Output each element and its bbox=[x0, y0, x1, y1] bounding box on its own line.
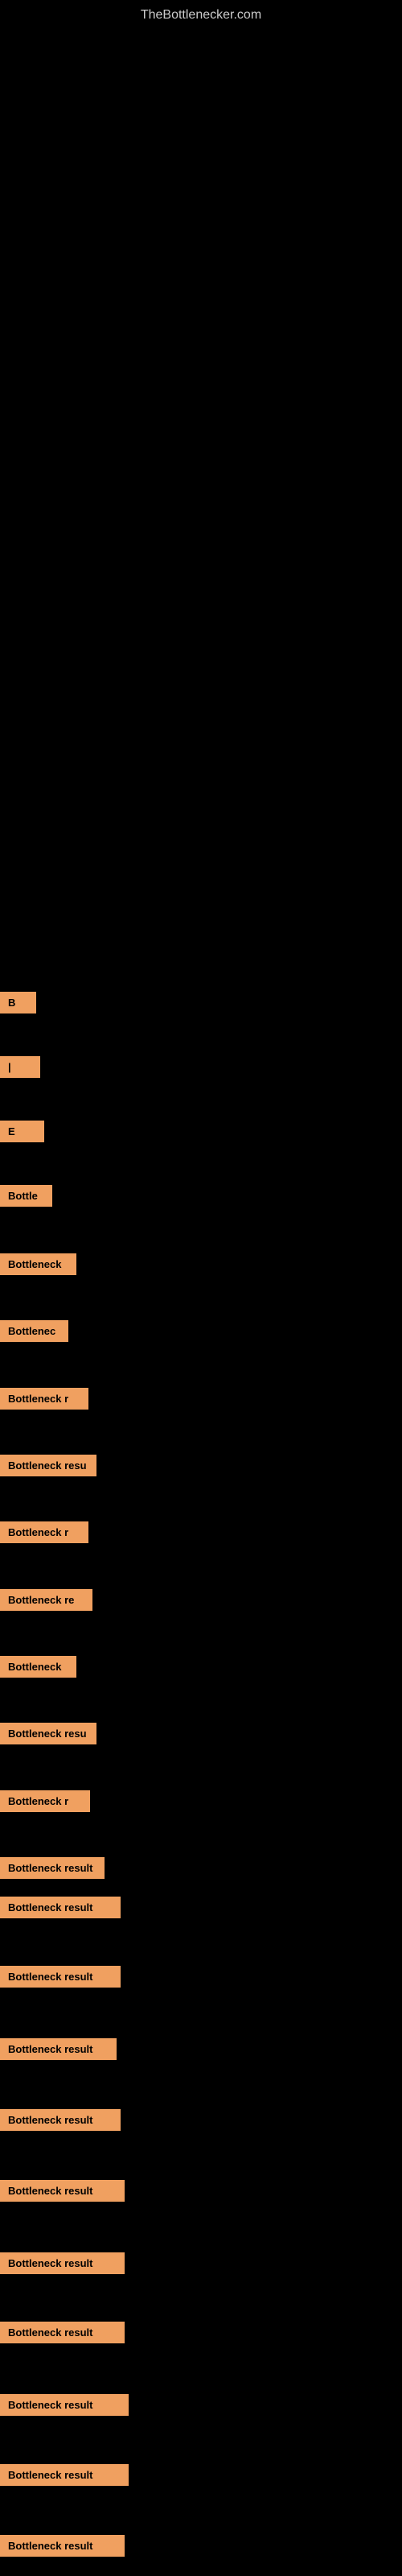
list-item: Bottleneck r bbox=[0, 1520, 88, 1545]
bottleneck-result-label[interactable]: Bottleneck result bbox=[0, 1857, 105, 1879]
bottleneck-result-label[interactable]: Bottleneck bbox=[0, 1253, 76, 1275]
bottleneck-result-label[interactable]: Bottleneck r bbox=[0, 1521, 88, 1543]
bottleneck-result-label[interactable]: Bottleneck result bbox=[0, 2038, 117, 2060]
list-item: Bottleneck r bbox=[0, 1386, 88, 1411]
list-item: Bottleneck result bbox=[0, 2392, 129, 2417]
list-item: Bottleneck result bbox=[0, 2251, 125, 2276]
list-item: Bottle bbox=[0, 1183, 52, 1208]
list-item: Bottlenec bbox=[0, 1319, 68, 1344]
list-item: Bottleneck result bbox=[0, 1895, 121, 1920]
bottleneck-result-label[interactable]: Bottleneck re bbox=[0, 1589, 92, 1611]
bottleneck-result-label[interactable]: Bottleneck result bbox=[0, 2322, 125, 2343]
bottleneck-result-label[interactable]: B bbox=[0, 992, 36, 1013]
list-item: Bottleneck bbox=[0, 1252, 76, 1277]
list-item: Bottleneck result bbox=[0, 2178, 125, 2203]
list-item: Bottleneck resu bbox=[0, 1453, 96, 1478]
list-item: Bottleneck re bbox=[0, 1587, 92, 1612]
list-item: Bottleneck resu bbox=[0, 1721, 96, 1746]
list-item: Bottleneck result bbox=[0, 1856, 105, 1880]
site-title: TheBottlenecker.com bbox=[0, 0, 402, 31]
list-item: Bottleneck r bbox=[0, 1789, 90, 1814]
bottleneck-result-label[interactable]: Bottleneck result bbox=[0, 1966, 121, 1988]
list-item: Bottleneck result bbox=[0, 2533, 125, 2558]
list-item: Bottleneck bbox=[0, 1654, 76, 1679]
bottleneck-result-label[interactable]: Bottleneck result bbox=[0, 2464, 129, 2486]
list-item: | bbox=[0, 1055, 40, 1080]
bottleneck-result-label[interactable]: Bottleneck result bbox=[0, 2252, 125, 2274]
list-item: Bottleneck result bbox=[0, 2320, 125, 2345]
bottleneck-result-label[interactable]: Bottleneck r bbox=[0, 1790, 90, 1812]
bottleneck-result-label[interactable]: Bottleneck result bbox=[0, 2180, 125, 2202]
bottleneck-result-label[interactable]: | bbox=[0, 1056, 40, 1078]
bottleneck-result-label[interactable]: Bottleneck resu bbox=[0, 1455, 96, 1476]
bottleneck-result-label[interactable]: Bottle bbox=[0, 1185, 52, 1207]
bottleneck-result-label[interactable]: E bbox=[0, 1121, 44, 1142]
bottleneck-result-label[interactable]: Bottleneck bbox=[0, 1656, 76, 1678]
list-item: E bbox=[0, 1119, 44, 1144]
bottleneck-result-label[interactable]: Bottlenec bbox=[0, 1320, 68, 1342]
list-item: B bbox=[0, 990, 36, 1015]
bottleneck-result-label[interactable]: Bottleneck result bbox=[0, 1897, 121, 1918]
list-item: Bottleneck result bbox=[0, 2037, 117, 2062]
list-item: Bottleneck result bbox=[0, 2462, 129, 2487]
bottleneck-result-label[interactable]: Bottleneck resu bbox=[0, 1723, 96, 1744]
bottleneck-result-label[interactable]: Bottleneck result bbox=[0, 2394, 129, 2416]
bottleneck-result-label[interactable]: Bottleneck r bbox=[0, 1388, 88, 1410]
bottleneck-result-label[interactable]: Bottleneck result bbox=[0, 2109, 121, 2131]
list-item: Bottleneck result bbox=[0, 2107, 121, 2132]
bottleneck-result-label[interactable]: Bottleneck result bbox=[0, 2535, 125, 2557]
list-item: Bottleneck result bbox=[0, 1964, 121, 1989]
